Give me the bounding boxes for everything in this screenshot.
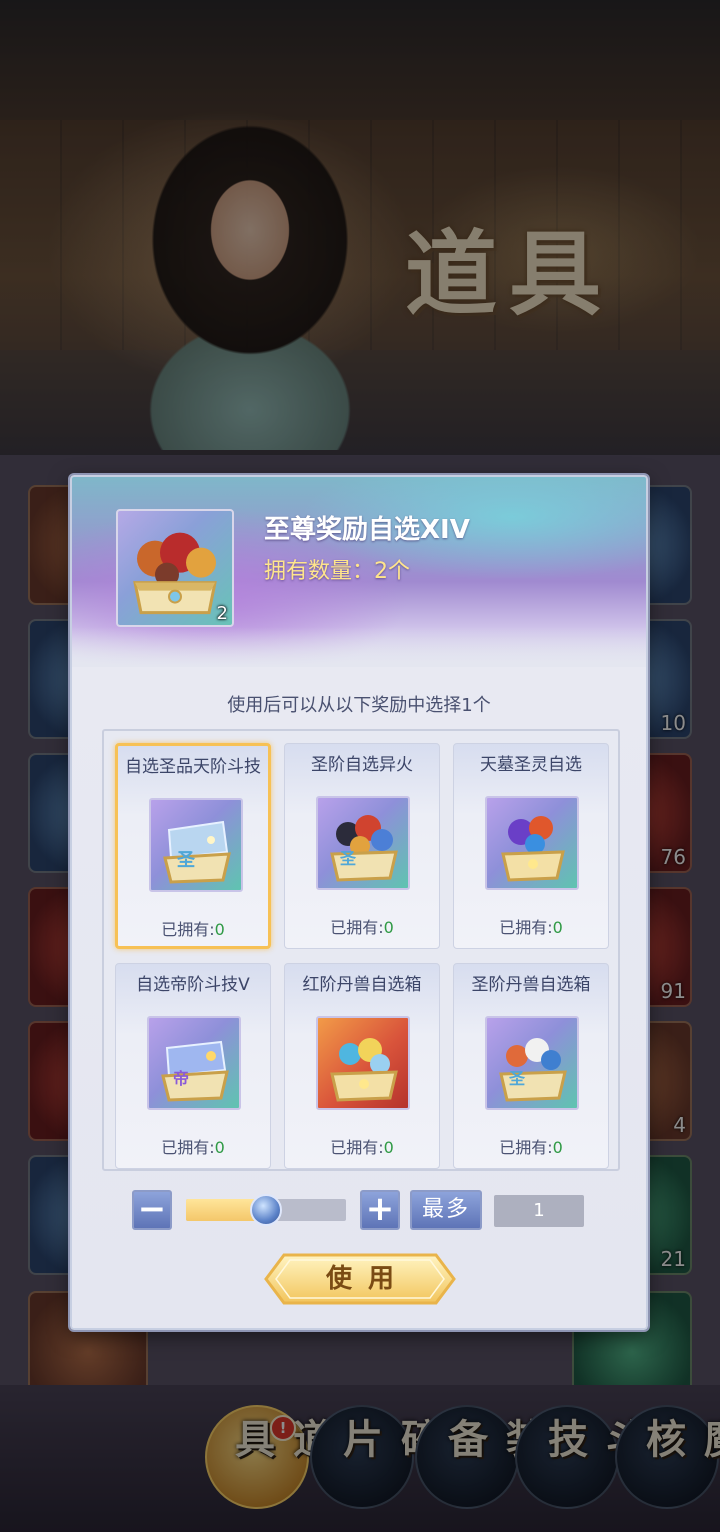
reward-owned: 已拥有:0 bbox=[285, 914, 439, 938]
owned-count: 0 bbox=[552, 1138, 563, 1157]
reward-icon bbox=[485, 796, 579, 890]
reward-list: 自选圣品天阶斗技 圣 已拥有:0 圣阶自选异火 圣 已拥有:0 天墓圣灵自选 已… bbox=[102, 729, 620, 1171]
reward-owned: 已拥有:0 bbox=[285, 1134, 439, 1158]
reward-name: 圣阶自选异火 bbox=[311, 755, 413, 775]
reward-name: 自选帝阶斗技V bbox=[136, 975, 250, 995]
reward-option[interactable]: 自选帝阶斗技V 帝 已拥有:0 bbox=[115, 963, 271, 1169]
item-name: 至尊奖励自选XIV bbox=[264, 515, 470, 545]
reward-owned: 已拥有:0 bbox=[454, 914, 608, 938]
use-button-label: 使用 bbox=[325, 1264, 410, 1294]
red-beast-chest-icon bbox=[330, 1038, 398, 1102]
selection-instruction: 使用后可以从以下奖励中选择1个 bbox=[227, 695, 491, 716]
reward-icon: 帝 bbox=[147, 1016, 241, 1110]
owned-label: 已拥有: bbox=[330, 918, 384, 937]
reward-option[interactable]: 自选圣品天阶斗技 圣 已拥有:0 bbox=[115, 743, 271, 949]
item-icon: 2 bbox=[116, 509, 234, 627]
reward-owned: 已拥有:0 bbox=[118, 916, 268, 940]
skill-scroll-chest-icon: 圣 bbox=[163, 820, 231, 884]
decrease-button[interactable]: − bbox=[132, 1190, 172, 1230]
owned-count: 0 bbox=[383, 918, 394, 937]
item-count-badge: 2 bbox=[216, 603, 228, 624]
flame-chest-icon: 圣 bbox=[330, 815, 398, 882]
quantity-field[interactable]: 1 bbox=[494, 1195, 584, 1227]
reward-name: 红阶丹兽自选箱 bbox=[302, 975, 422, 995]
owned-label: 已拥有: bbox=[161, 920, 215, 939]
emperor-skill-chest-icon: 帝 bbox=[161, 1040, 229, 1102]
reward-icon: 圣 bbox=[485, 1016, 579, 1110]
reward-option[interactable]: 红阶丹兽自选箱 已拥有:0 bbox=[284, 963, 440, 1169]
owned-label: 已拥有: bbox=[161, 1138, 215, 1157]
owned-label: 已拥有: bbox=[499, 1138, 553, 1157]
reward-option[interactable]: 天墓圣灵自选 已拥有:0 bbox=[453, 743, 609, 949]
reward-icon bbox=[316, 1016, 410, 1110]
reward-owned: 已拥有:0 bbox=[454, 1134, 608, 1158]
reward-name: 天墓圣灵自选 bbox=[480, 755, 582, 775]
reward-owned: 已拥有:0 bbox=[116, 1134, 270, 1158]
owned-count: 0 bbox=[214, 920, 225, 939]
reward-name: 圣阶丹兽自选箱 bbox=[471, 975, 591, 995]
item-owned-quantity: 拥有数量：2个 bbox=[264, 559, 410, 584]
treasure-chest-icon bbox=[133, 532, 217, 615]
slider-handle[interactable] bbox=[250, 1194, 282, 1226]
reward-option[interactable]: 圣阶丹兽自选箱 圣 已拥有:0 bbox=[453, 963, 609, 1169]
owned-label: 已拥有: bbox=[330, 1138, 384, 1157]
owned-count: 0 bbox=[214, 1138, 225, 1157]
holy-beast-chest-icon: 圣 bbox=[499, 1038, 567, 1102]
reward-option[interactable]: 圣阶自选异火 圣 已拥有:0 bbox=[284, 743, 440, 949]
svg-text:圣: 圣 bbox=[508, 1069, 526, 1088]
increase-button[interactable]: + bbox=[360, 1190, 400, 1230]
reward-name: 自选圣品天阶斗技 bbox=[125, 757, 261, 777]
svg-text:圣: 圣 bbox=[176, 850, 196, 871]
owned-label: 已拥有: bbox=[499, 918, 553, 937]
svg-text:圣: 圣 bbox=[339, 849, 357, 868]
max-button[interactable]: 最多 bbox=[410, 1190, 482, 1230]
owned-count: 0 bbox=[383, 1138, 394, 1157]
spirit-chest-icon bbox=[501, 816, 565, 882]
use-button[interactable]: 使用 bbox=[262, 1251, 458, 1307]
reward-icon: 圣 bbox=[316, 796, 410, 890]
quantity-slider[interactable] bbox=[186, 1194, 346, 1226]
reward-icon: 圣 bbox=[149, 798, 243, 892]
owned-count: 0 bbox=[552, 918, 563, 937]
item-use-dialog: 2 至尊奖励自选XIV 拥有数量：2个 使用后可以从以下奖励中选择1个 自选圣品… bbox=[70, 475, 648, 1330]
svg-text:帝: 帝 bbox=[173, 1069, 189, 1088]
